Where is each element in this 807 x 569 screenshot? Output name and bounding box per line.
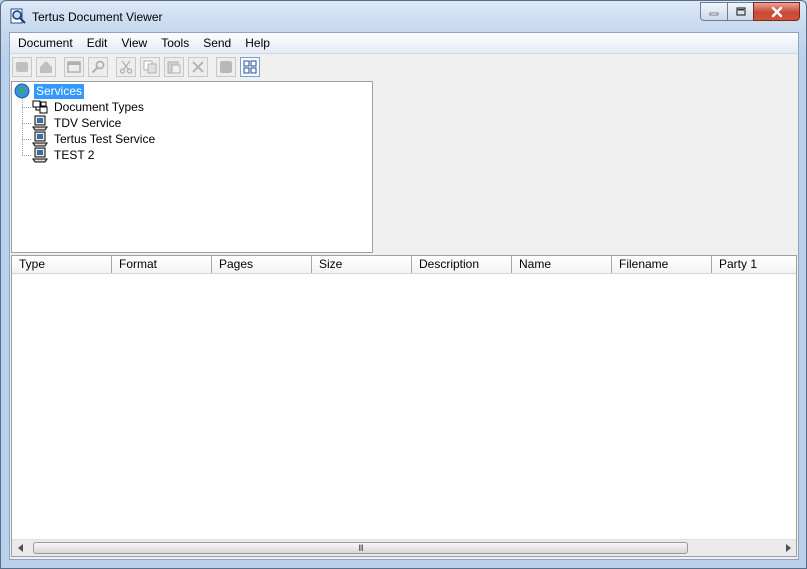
new-button[interactable] [12,57,32,77]
computer-icon [32,147,48,163]
globe-icon [14,83,30,99]
menu-tools[interactable]: Tools [154,33,196,53]
menu-document[interactable]: Document [10,33,80,53]
thumbnails-icon [243,60,257,74]
column-header-filename[interactable]: Filename [612,256,712,273]
tree-connector [22,139,31,140]
computer-icon [32,131,48,147]
toolbar [10,55,798,79]
cut-button[interactable] [116,57,136,77]
close-icon [771,6,782,17]
column-header-description[interactable]: Description [412,256,512,273]
tree-connector [22,123,31,124]
properties-icon [220,61,232,73]
scroll-left-button[interactable] [12,540,29,556]
tree-label-services: Services [34,83,85,99]
column-header-type[interactable]: Type [12,256,112,273]
paste-icon [167,61,181,74]
copy-button[interactable] [140,57,160,77]
tree-label-test-2: TEST 2 [54,147,95,162]
delete-button[interactable] [188,57,208,77]
minimize-button[interactable] [700,2,728,21]
column-header-size[interactable]: Size [312,256,412,273]
document-types-icon [32,100,48,114]
tree-connector [22,155,31,156]
home-icon [40,61,52,73]
tree-connector [22,107,31,108]
services-tree[interactable]: Services Document Types TDV Service Tert… [11,81,373,253]
title-bar[interactable]: Tertus Document Viewer [1,1,806,32]
search-icon [91,60,105,74]
home-button[interactable] [36,57,56,77]
magnifier-document-icon [10,8,26,24]
menu-bar: Document Edit View Tools Send Help [10,33,798,54]
copy-icon [143,60,157,74]
document-list[interactable]: Type Format Pages Size Description Name … [11,255,797,557]
arrow-left-icon [17,544,23,552]
thumbnails-button[interactable] [240,57,260,77]
tree-label-document-types: Document Types [54,99,144,114]
menu-send[interactable]: Send [196,33,238,53]
horizontal-scrollbar[interactable]: III [12,539,796,556]
cut-icon [119,60,133,74]
delete-icon [192,61,204,73]
tree-node-document-types[interactable]: Document Types [32,99,146,115]
menu-help[interactable]: Help [238,33,277,53]
client-area: Document Edit View Tools Send Help Servi… [9,32,799,560]
scrollbar-thumb[interactable]: III [33,542,688,554]
paste-button[interactable] [164,57,184,77]
tree-node-tdv-service[interactable]: TDV Service [32,115,123,131]
column-header-format[interactable]: Format [112,256,212,273]
maximize-button[interactable] [727,2,754,21]
tree-label-tdv-service: TDV Service [54,115,122,130]
tree-label-tertus-test-service: Tertus Test Service [54,131,156,146]
scroll-right-button[interactable] [779,540,796,556]
window-title: Tertus Document Viewer [32,10,163,24]
menu-view[interactable]: View [114,33,154,53]
column-header-party-1[interactable]: Party 1 [712,256,796,273]
computer-icon [32,115,48,131]
column-header-pages[interactable]: Pages [212,256,312,273]
column-header-name[interactable]: Name [512,256,612,273]
arrow-right-icon [785,544,791,552]
new-icon [16,62,28,72]
close-button[interactable] [753,2,800,21]
scrollbar-grip: III [358,542,363,553]
list-header: Type Format Pages Size Description Name … [12,256,796,274]
properties-button[interactable] [216,57,236,77]
window-icon [67,61,81,73]
minimize-icon [709,12,719,15]
search-button[interactable] [88,57,108,77]
maximize-icon [735,6,746,16]
tree-node-services[interactable]: Services [14,83,85,99]
menu-edit[interactable]: Edit [80,33,115,53]
app-window: Tertus Document Viewer Document Edit Vie… [0,0,807,569]
tree-node-test-2[interactable]: TEST 2 [32,147,96,163]
tree-node-tertus-test-service[interactable]: Tertus Test Service [32,131,157,147]
window-button[interactable] [64,57,84,77]
